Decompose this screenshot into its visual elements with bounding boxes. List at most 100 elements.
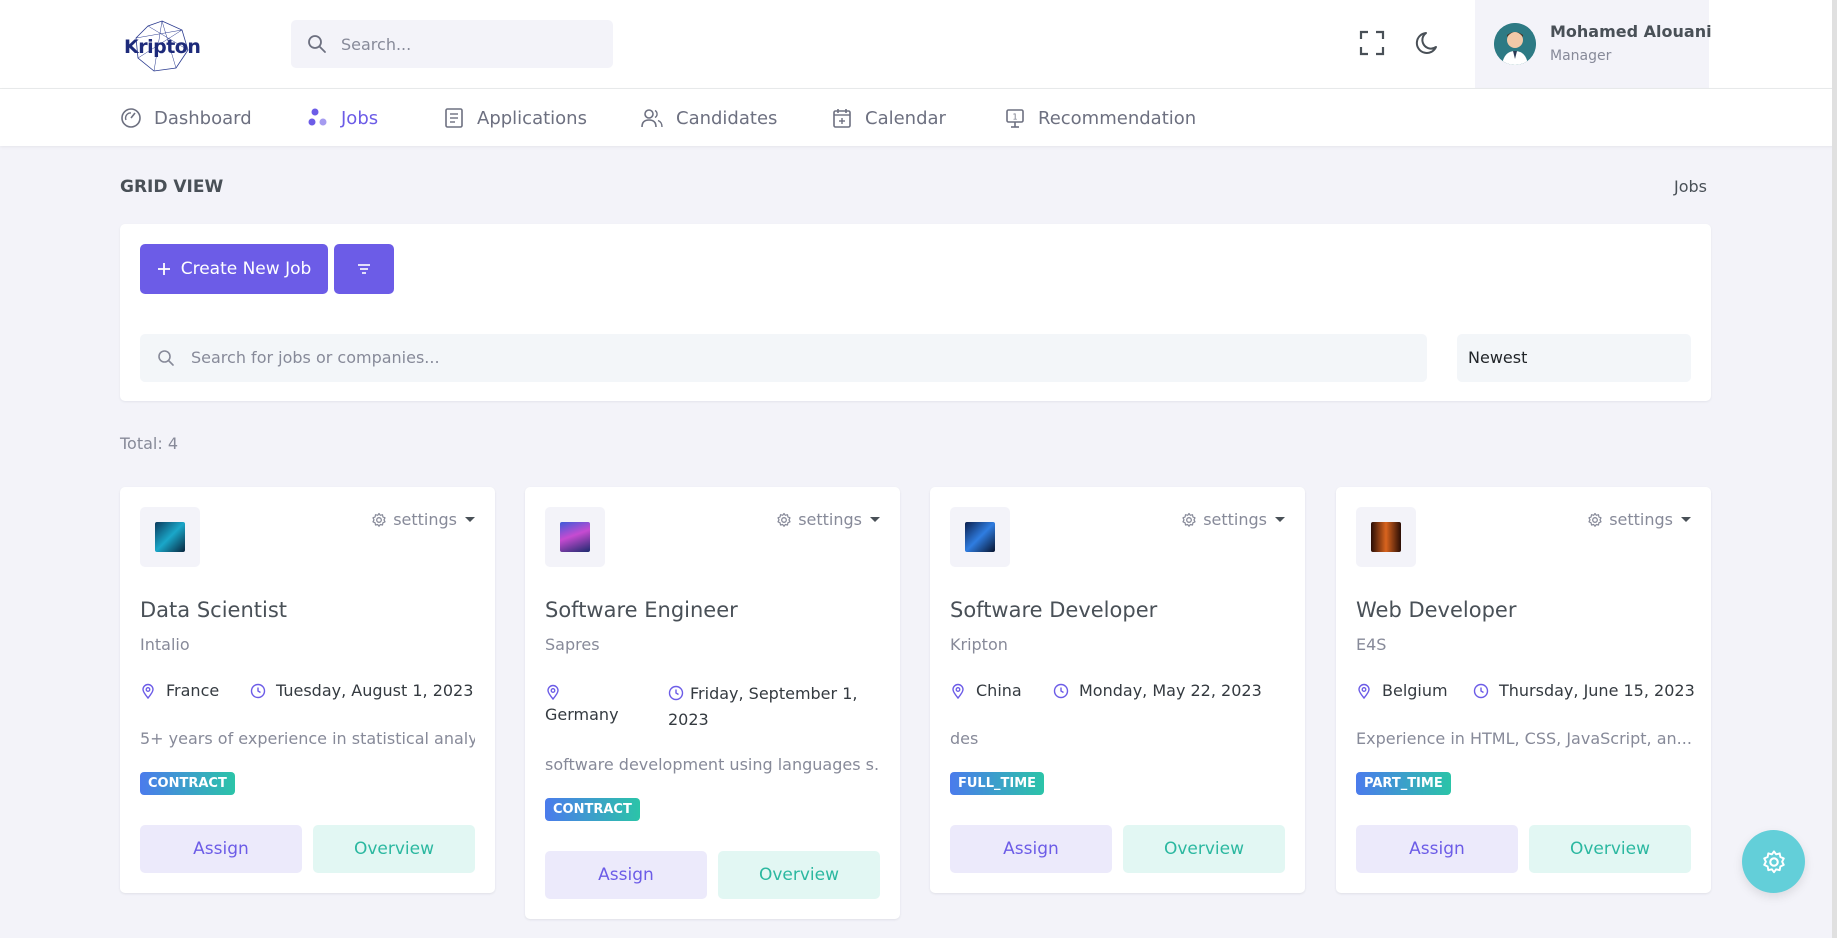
job-type-badge: CONTRACT bbox=[545, 798, 640, 821]
document-icon bbox=[445, 108, 463, 128]
nav-candidates[interactable]: Candidates bbox=[640, 103, 777, 133]
page-scrollbar[interactable] bbox=[1832, 0, 1837, 938]
job-location: China bbox=[950, 681, 1022, 700]
sort-select[interactable]: Newest bbox=[1457, 334, 1691, 382]
assign-button[interactable]: Assign bbox=[1356, 825, 1518, 873]
job-location: Belgium bbox=[1356, 681, 1448, 700]
overview-button[interactable]: Overview bbox=[1529, 825, 1691, 873]
assign-button[interactable]: Assign bbox=[545, 851, 707, 899]
search-icon bbox=[308, 35, 326, 53]
map-pin-icon bbox=[952, 683, 964, 699]
map-pin-icon bbox=[142, 683, 154, 699]
job-description: 5+ years of experience in statistical an… bbox=[140, 729, 475, 748]
settings-dropdown[interactable]: settings bbox=[371, 510, 475, 529]
gear-icon bbox=[1182, 512, 1196, 527]
job-card: settings Software Developer Kripton Chin… bbox=[930, 487, 1305, 893]
settings-dropdown[interactable]: settings bbox=[776, 510, 880, 529]
overview-button[interactable]: Overview bbox=[313, 825, 475, 873]
job-card: settings Data Scientist Intalio France T… bbox=[120, 487, 495, 893]
job-description: des bbox=[950, 729, 979, 748]
svg-text:1: 1 bbox=[1012, 113, 1017, 122]
nav-dashboard-label: Dashboard bbox=[154, 107, 252, 129]
search-icon bbox=[158, 350, 174, 366]
settings-dropdown[interactable]: settings bbox=[1181, 510, 1285, 529]
job-date-line2: 2023 bbox=[668, 710, 709, 729]
nav-calendar-label: Calendar bbox=[865, 107, 946, 129]
moon-icon[interactable] bbox=[1414, 28, 1444, 58]
clock-icon bbox=[1053, 683, 1069, 698]
job-date-text: Tuesday, August 1, 2023 bbox=[276, 681, 474, 700]
job-card: settings Web Developer E4S Belgium Thurs… bbox=[1336, 487, 1711, 893]
chevron-down-icon bbox=[870, 517, 880, 522]
avatar bbox=[1494, 23, 1536, 65]
gear-icon bbox=[1762, 849, 1785, 873]
logo-text: Kripton bbox=[124, 36, 201, 58]
job-date: Thursday, June 15, 2023 bbox=[1473, 681, 1695, 700]
toolbar-card: Create New Job Search for jobs or compan… bbox=[120, 224, 1711, 401]
sort-select-value: Newest bbox=[1468, 348, 1528, 367]
job-thumbnail bbox=[545, 507, 605, 567]
nav-jobs[interactable]: Jobs bbox=[307, 103, 378, 133]
clock-icon bbox=[668, 685, 684, 701]
total-count: Total: 4 bbox=[120, 434, 179, 453]
job-thumbnail bbox=[140, 507, 200, 567]
job-description: Experience in HTML, CSS, JavaScript, an.… bbox=[1356, 729, 1691, 748]
user-role: Manager bbox=[1550, 48, 1612, 64]
clock-icon bbox=[250, 683, 266, 698]
theme-settings-button[interactable] bbox=[1742, 830, 1805, 893]
settings-dropdown[interactable]: settings bbox=[1587, 510, 1691, 529]
job-location-text: France bbox=[166, 681, 220, 700]
fullscreen-icon[interactable] bbox=[1357, 28, 1387, 58]
create-job-button[interactable]: Create New Job bbox=[140, 244, 328, 294]
job-title[interactable]: Software Developer bbox=[950, 598, 1157, 622]
user-menu[interactable]: Mohamed Alouani Manager bbox=[1475, 0, 1712, 88]
nav-applications[interactable]: Applications bbox=[443, 103, 587, 133]
assign-button[interactable]: Assign bbox=[950, 825, 1112, 873]
recommendation-icon: 1 bbox=[1006, 109, 1024, 128]
page-title: GRID VIEW bbox=[120, 177, 224, 197]
nav-jobs-label: Jobs bbox=[341, 107, 379, 129]
overview-button[interactable]: Overview bbox=[1123, 825, 1285, 873]
job-search-input[interactable]: Search for jobs or companies... bbox=[140, 334, 1427, 382]
filter-button[interactable] bbox=[334, 244, 394, 294]
create-job-label: Create New Job bbox=[180, 259, 312, 279]
job-type-badge: CONTRACT bbox=[140, 772, 235, 795]
job-title[interactable]: Data Scientist bbox=[140, 598, 287, 622]
clock-icon bbox=[1473, 683, 1489, 698]
nav-calendar[interactable]: Calendar bbox=[831, 103, 946, 133]
chevron-down-icon bbox=[1681, 517, 1691, 522]
job-date-text: Monday, May 22, 2023 bbox=[1079, 681, 1262, 700]
job-company: Kripton bbox=[950, 635, 1008, 654]
user-name: Mohamed Alouani bbox=[1550, 22, 1712, 41]
job-date-line1: Friday, September 1, bbox=[690, 684, 858, 703]
filter-icon bbox=[358, 264, 370, 274]
global-search[interactable]: Search... bbox=[291, 20, 613, 68]
map-pin-icon bbox=[547, 684, 559, 700]
gear-icon bbox=[372, 512, 386, 527]
chevron-down-icon bbox=[465, 517, 475, 522]
gear-icon bbox=[1588, 512, 1602, 527]
job-company: Sapres bbox=[545, 635, 600, 654]
job-search-placeholder: Search for jobs or companies... bbox=[191, 348, 440, 367]
job-title[interactable]: Web Developer bbox=[1356, 598, 1516, 622]
chevron-down-icon bbox=[1275, 517, 1285, 522]
nav-recommendation[interactable]: 1 Recommendation bbox=[1004, 103, 1196, 133]
assign-button[interactable]: Assign bbox=[140, 825, 302, 873]
job-location-text: Belgium bbox=[1382, 681, 1448, 700]
job-location-text: China bbox=[976, 681, 1022, 700]
job-title[interactable]: Software Engineer bbox=[545, 598, 738, 622]
logo[interactable]: Kripton bbox=[122, 18, 201, 74]
job-company: E4S bbox=[1356, 635, 1387, 654]
overview-button[interactable]: Overview bbox=[718, 851, 880, 899]
calendar-icon bbox=[833, 109, 851, 128]
job-type-badge: FULL_TIME bbox=[950, 772, 1045, 795]
job-date: Monday, May 22, 2023 bbox=[1053, 681, 1262, 700]
nav-dashboard[interactable]: Dashboard bbox=[120, 103, 252, 133]
breadcrumb[interactable]: Jobs bbox=[1674, 177, 1707, 196]
job-location: Germany bbox=[545, 681, 665, 724]
job-thumbnail bbox=[1356, 507, 1416, 567]
settings-label: settings bbox=[1203, 510, 1267, 529]
job-date: Tuesday, August 1, 2023 bbox=[250, 681, 473, 700]
jobs-icon bbox=[308, 108, 327, 126]
gear-icon bbox=[777, 512, 791, 527]
